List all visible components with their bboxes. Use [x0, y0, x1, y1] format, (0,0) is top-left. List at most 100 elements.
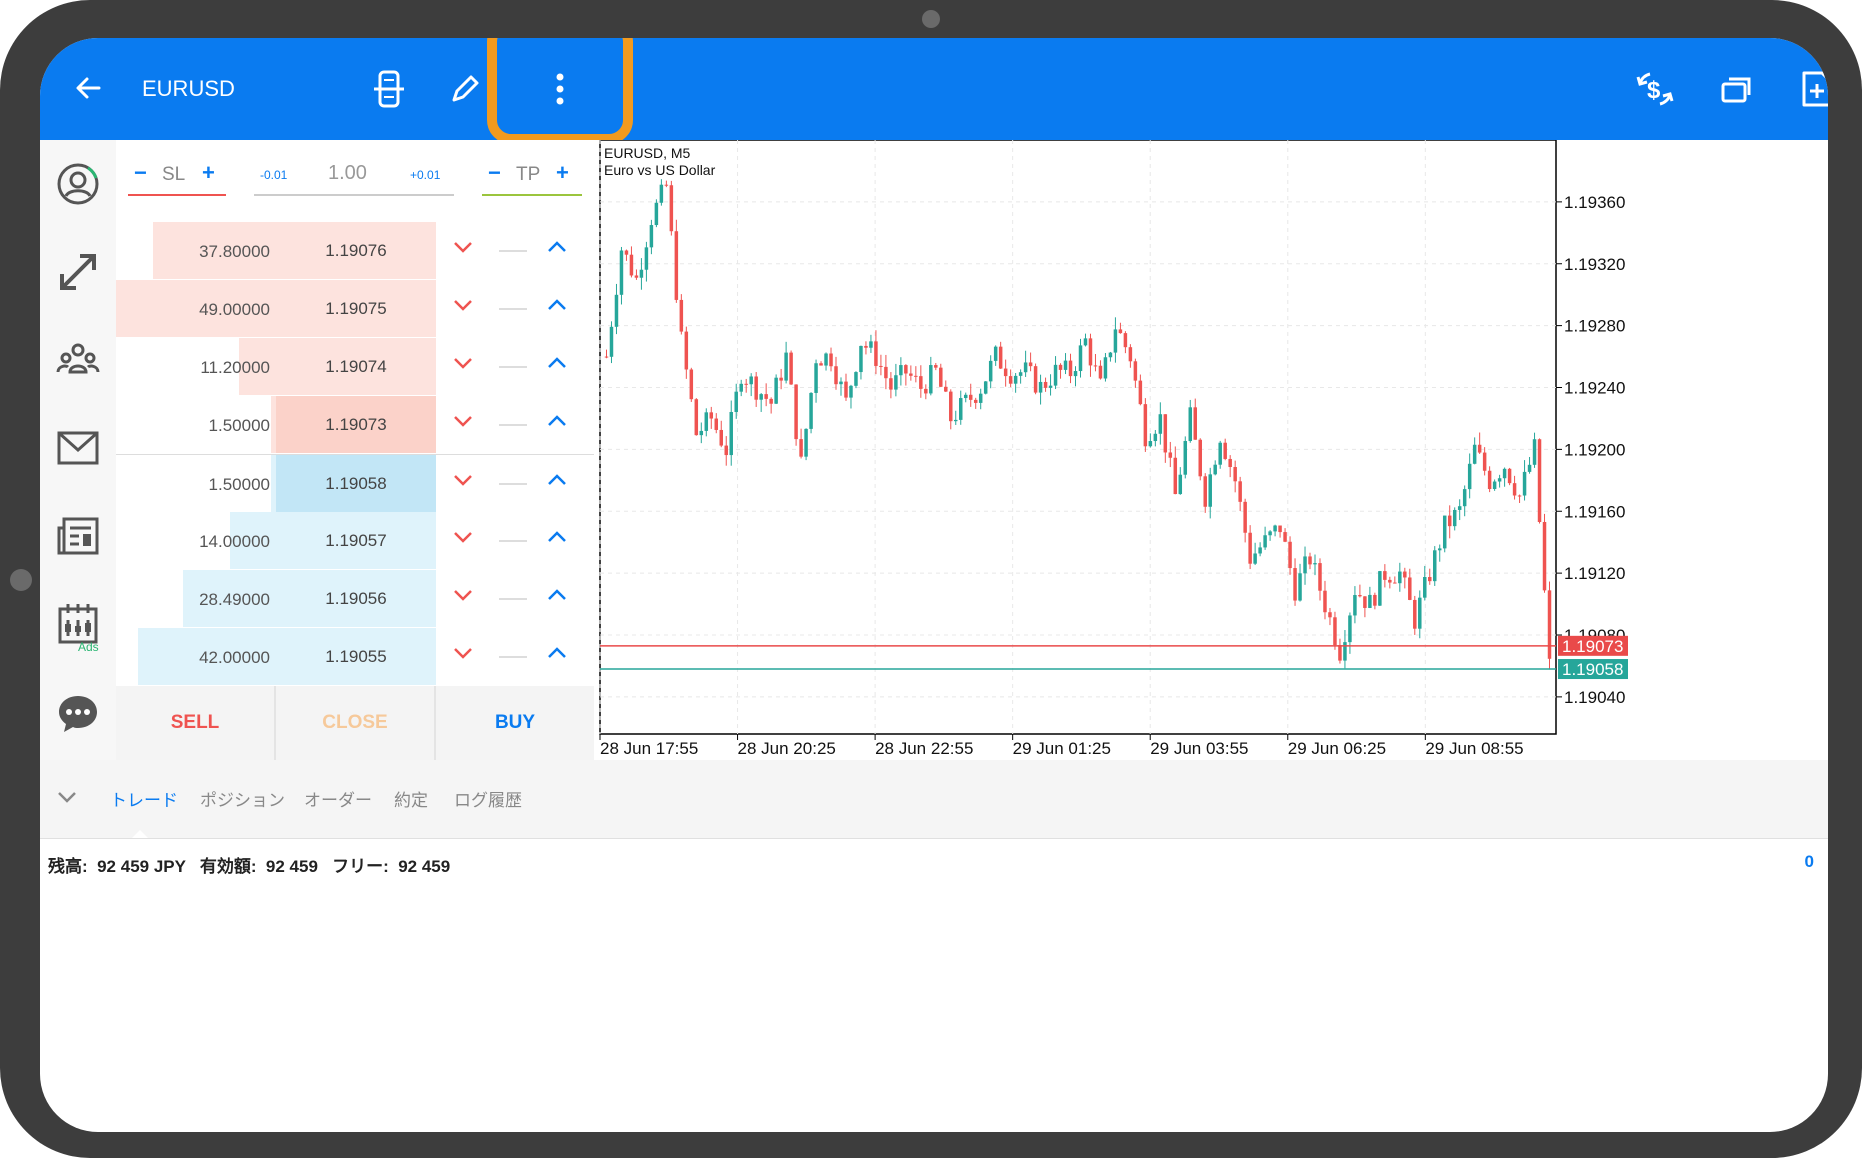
- buy-limit-icon[interactable]: [546, 294, 568, 322]
- more-vertical-icon[interactable]: [538, 64, 582, 114]
- symbol-title[interactable]: EURUSD: [142, 76, 235, 102]
- candle-body: [1467, 463, 1472, 490]
- sell-limit-icon[interactable]: [452, 410, 474, 438]
- sell-button[interactable]: SELL: [116, 686, 276, 760]
- price-value[interactable]: 1.19055: [276, 628, 436, 685]
- currency-exchange-icon[interactable]: $: [1630, 64, 1680, 114]
- sell-limit-icon[interactable]: [452, 526, 474, 554]
- candle-body: [764, 394, 768, 399]
- price-value[interactable]: 1.19076: [276, 222, 436, 279]
- candle-body: [699, 430, 704, 436]
- tab-orders[interactable]: オーダー: [304, 786, 372, 811]
- price-value[interactable]: 1.19073: [276, 396, 436, 453]
- depth-of-market-list: 37.80000 1.19076 49.00000 1.19075 11.20000 1.…: [116, 222, 594, 686]
- candle-body: [1497, 478, 1502, 482]
- sell-limit-icon[interactable]: [452, 294, 474, 322]
- close-button[interactable]: CLOSE: [276, 686, 436, 760]
- sl-control[interactable]: − SL +: [128, 158, 226, 196]
- buy-limit-icon[interactable]: [546, 526, 568, 554]
- candle-body: [1517, 495, 1522, 497]
- candle-body: [1263, 535, 1267, 548]
- app-screen: EURUSD $ Ads − SL + -0.01 1.00 +0.01 − T…: [40, 38, 1828, 1132]
- candle-body: [1403, 571, 1407, 578]
- candle-body: [914, 375, 918, 377]
- candle-body: [993, 346, 998, 361]
- tp-minus-button[interactable]: −: [488, 160, 501, 186]
- lot-step-up[interactable]: +0.01: [410, 168, 440, 182]
- buy-button[interactable]: BUY: [436, 686, 594, 760]
- sell-limit-icon[interactable]: [452, 469, 474, 497]
- bid-price-label: 1.19058: [1562, 660, 1623, 679]
- candle-body: [1462, 489, 1467, 507]
- candle-body: [909, 373, 913, 376]
- candle-body: [1068, 360, 1073, 377]
- new-order-icon[interactable]: [1792, 62, 1828, 116]
- price-value[interactable]: 1.19075: [276, 280, 436, 337]
- collapse-chevron-icon[interactable]: [54, 784, 84, 814]
- lot-value[interactable]: 1.00: [328, 162, 367, 185]
- candle-body: [689, 369, 694, 400]
- candle-body: [1413, 599, 1417, 629]
- y-tick-label: 1.19320: [1564, 255, 1625, 274]
- price-value[interactable]: 1.19056: [276, 570, 436, 627]
- candle-body: [869, 341, 873, 348]
- sl-plus-button[interactable]: +: [202, 160, 215, 186]
- candle-body: [1148, 441, 1153, 447]
- tab-positions[interactable]: ポジション: [200, 786, 285, 811]
- tab-indicator: [132, 830, 148, 838]
- candle-body: [829, 353, 833, 367]
- news-icon[interactable]: [50, 508, 106, 564]
- lot-step-down[interactable]: -0.01: [260, 168, 287, 182]
- tp-control[interactable]: − TP +: [482, 158, 582, 196]
- depth-of-market-icon[interactable]: [364, 64, 414, 114]
- candle-body: [1318, 563, 1322, 591]
- bid-row: 28.49000 1.19056: [116, 570, 594, 627]
- chart-svg[interactable]: 1.19360 1.19320 1.19280 1.19240 1.19200 1.191…: [594, 139, 1828, 760]
- candle-body: [1048, 385, 1053, 388]
- trade-icon[interactable]: [50, 244, 106, 300]
- windows-icon[interactable]: [1712, 64, 1762, 114]
- buy-limit-icon[interactable]: [546, 469, 568, 497]
- candle-body: [759, 394, 763, 400]
- lot-control[interactable]: -0.01 1.00 +0.01: [254, 158, 454, 196]
- price-value[interactable]: 1.19058: [276, 455, 436, 512]
- buy-limit-icon[interactable]: [546, 584, 568, 612]
- sell-limit-icon[interactable]: [452, 642, 474, 670]
- sl-minus-button[interactable]: −: [134, 160, 147, 186]
- candle-body: [684, 331, 689, 370]
- candle-body: [1502, 468, 1507, 479]
- tab-deals[interactable]: 約定: [394, 786, 428, 811]
- price-value[interactable]: 1.19057: [276, 512, 436, 569]
- pencil-icon[interactable]: [440, 64, 490, 114]
- sell-limit-icon[interactable]: [452, 236, 474, 264]
- y-tick-label: 1.19200: [1564, 440, 1625, 459]
- buy-limit-icon[interactable]: [546, 642, 568, 670]
- candle-body: [1303, 556, 1307, 574]
- tab-trade[interactable]: トレード: [110, 786, 178, 811]
- price-chart[interactable]: 1.19360 1.19320 1.19280 1.19240 1.19200 1.191…: [594, 139, 1828, 760]
- buy-limit-icon[interactable]: [546, 410, 568, 438]
- back-arrow-icon[interactable]: [66, 66, 110, 110]
- buy-limit-icon[interactable]: [546, 352, 568, 380]
- tab-journal[interactable]: ログ履歴: [454, 786, 522, 811]
- camera-dot: [922, 10, 940, 28]
- tp-plus-button[interactable]: +: [556, 160, 569, 186]
- candle-body: [1223, 442, 1227, 459]
- left-sidebar: Ads: [40, 140, 116, 760]
- candle-body: [779, 377, 783, 381]
- chart-title: EURUSD, M5: [604, 145, 691, 161]
- price-value[interactable]: 1.19074: [276, 338, 436, 395]
- candle-body: [884, 366, 888, 379]
- chat-icon[interactable]: [50, 686, 106, 742]
- candle-body: [1368, 594, 1372, 608]
- sell-limit-icon[interactable]: [452, 352, 474, 380]
- candle-body: [1123, 333, 1128, 348]
- sell-limit-icon[interactable]: [452, 584, 474, 612]
- buy-limit-icon[interactable]: [546, 236, 568, 264]
- account-icon[interactable]: [50, 156, 106, 212]
- community-icon[interactable]: [50, 332, 106, 388]
- mail-icon[interactable]: [50, 420, 106, 476]
- x-tick-label: 29 Jun 08:55: [1425, 739, 1523, 758]
- candle-body: [839, 381, 843, 385]
- candle-body: [1527, 464, 1532, 472]
